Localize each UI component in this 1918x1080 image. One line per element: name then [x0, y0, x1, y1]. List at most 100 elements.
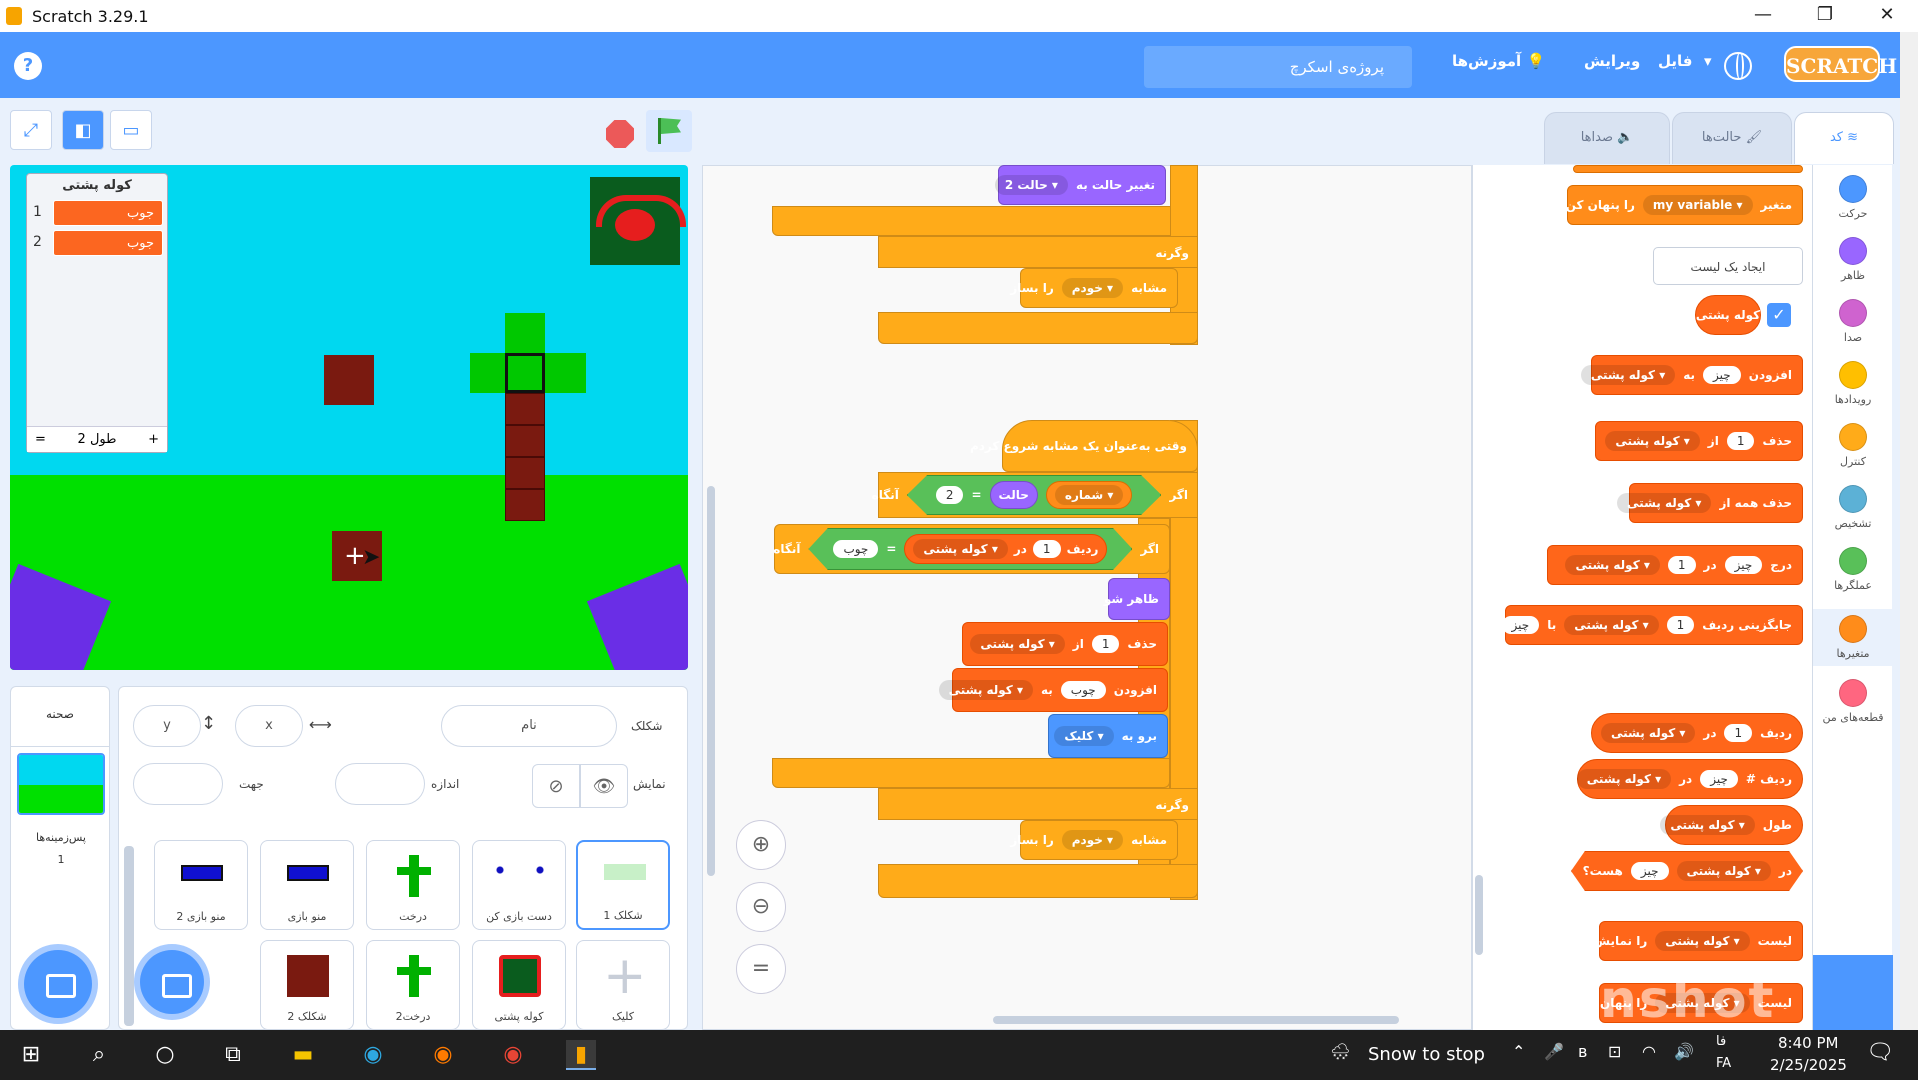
script2-show-block[interactable]: ظاهر شو: [1104, 578, 1170, 620]
volume-icon[interactable]: 🔊: [1674, 1042, 1694, 1061]
palette-length-reporter[interactable]: طول کوله پشتی: [1660, 805, 1803, 845]
green-flag-icon[interactable]: [646, 110, 692, 152]
help-button[interactable]: ?: [14, 52, 42, 80]
show-sprite-eye-icon[interactable]: 👁: [580, 764, 628, 808]
script2-delete-block[interactable]: حذف 1 از کوله پشتی: [962, 622, 1168, 666]
palette-insert-block[interactable]: درج چیز در 1 کوله پشتی: [1547, 545, 1803, 585]
small-stage-icon[interactable]: ◧: [62, 110, 104, 150]
edit-menu[interactable]: ویرایش: [1584, 52, 1640, 70]
search-icon[interactable]: ⌕: [84, 1040, 114, 1070]
list-item-value[interactable]: جوب: [53, 230, 163, 256]
tab-sounds[interactable]: صداها 🔈: [1544, 112, 1670, 164]
clock-time[interactable]: 8:40 PM: [1778, 1034, 1838, 1052]
category-events[interactable]: رویدادها: [1813, 361, 1893, 406]
bluetooth-icon[interactable]: ʙ: [1578, 1042, 1587, 1061]
extension-button[interactable]: [1813, 955, 1893, 1030]
tab-costumes[interactable]: حالت‌ها 🖌: [1672, 112, 1792, 164]
script2-else-label[interactable]: وگرنه: [878, 788, 1198, 820]
script1-else-label[interactable]: وگرنه: [878, 236, 1198, 268]
palette-item-number-reporter[interactable]: # ردیف چیز در کوله پشتی: [1576, 759, 1803, 799]
script2-when-clone-hat[interactable]: وقتی به‌عنوان یک مشابه شروع کردم: [970, 420, 1198, 472]
sprite-name-input[interactable]: نام: [441, 705, 617, 747]
sprite-tile-tree2[interactable]: درخت2: [366, 940, 460, 1030]
wood-block-sprite[interactable]: [324, 355, 374, 405]
script2-if2-header[interactable]: اگر ردیف1درکوله پشتی = چوب آنگاه: [773, 524, 1170, 574]
fullscreen-icon[interactable]: ⤢: [10, 110, 52, 150]
category-sound[interactable]: صدا: [1813, 299, 1893, 344]
chrome-icon[interactable]: ◉: [498, 1040, 528, 1070]
zoom-out-icon[interactable]: ⊖: [736, 882, 786, 932]
sprite-tile-backpack[interactable]: کوله پشتی: [472, 940, 566, 1030]
edge-icon[interactable]: ◉: [358, 1040, 388, 1070]
script1-else-bottom[interactable]: [878, 312, 1198, 344]
cortana-icon[interactable]: ○: [150, 1040, 180, 1070]
x-input[interactable]: x: [235, 705, 303, 747]
firefox-icon[interactable]: ◉: [428, 1040, 458, 1070]
palette-show-list-block[interactable]: لیستکوله پشتیرا نمایش بده: [1571, 921, 1803, 961]
list-item-value[interactable]: جوب: [53, 200, 163, 226]
sprite-tile-menu[interactable]: منو بازی: [260, 840, 354, 930]
add-sprite-button[interactable]: [140, 950, 204, 1014]
script1-switch-costume-block[interactable]: تغییر حالت به حالت 2: [994, 165, 1166, 205]
category-operators[interactable]: عملگرها: [1813, 547, 1893, 592]
sprite-tile-play-hand[interactable]: دست بازی کن: [472, 840, 566, 930]
palette-delete-all-block[interactable]: حذف همه از کوله پشتی: [1617, 483, 1803, 523]
direction-input[interactable]: [133, 763, 223, 805]
script2-if2-bottom[interactable]: [772, 758, 1170, 788]
file-explorer-icon[interactable]: ▬: [288, 1040, 318, 1070]
language-chevron-icon[interactable]: ▾: [1704, 52, 1712, 70]
sprite-tile-menu2[interactable]: منو بازی 2: [154, 840, 248, 930]
palette-item-reporter[interactable]: ردیف 1 در کوله پشتی: [1591, 713, 1803, 753]
crab-sprite[interactable]: [590, 177, 686, 265]
list-checkbox[interactable]: ✓: [1767, 303, 1791, 327]
workspace-scrollbar-vertical[interactable]: [707, 486, 715, 876]
stop-icon[interactable]: [606, 120, 634, 148]
category-sensing[interactable]: تشخیص: [1813, 485, 1893, 530]
zoom-reset-icon[interactable]: =: [736, 944, 786, 994]
list-eq-button[interactable]: =: [35, 432, 46, 447]
sprite-tile-shaklak2[interactable]: شکلک 2: [260, 940, 354, 1030]
language-indicator-1[interactable]: فا: [1716, 1034, 1726, 1049]
stage-thumbnail[interactable]: [17, 753, 105, 815]
y-input[interactable]: y: [133, 705, 201, 747]
language-globe-icon[interactable]: [1724, 52, 1752, 80]
list-add-button[interactable]: +: [148, 432, 159, 447]
script2-add-block[interactable]: افزودن چوب به کوله پشتی: [938, 668, 1168, 712]
scratch-logo[interactable]: SCRATCH: [1784, 46, 1897, 82]
network-icon[interactable]: ⊡: [1608, 1042, 1621, 1061]
zoom-in-icon[interactable]: ⊕: [736, 820, 786, 870]
category-control[interactable]: کنترل: [1813, 423, 1893, 468]
restore-button[interactable]: ❐: [1794, 0, 1856, 32]
palette-list-reporter[interactable]: کوله پشتی: [1695, 295, 1761, 335]
script2-create-clone-block[interactable]: مشابهخودمرا بساز: [1010, 820, 1178, 860]
palette-replace-block[interactable]: جایگزینی ردیف1کوله پشتیباچیز: [1501, 605, 1803, 645]
microphone-icon[interactable]: 🎤: [1544, 1042, 1564, 1061]
category-variables[interactable]: متغیرها: [1813, 609, 1893, 666]
category-looks[interactable]: ظاهر: [1813, 237, 1893, 282]
language-indicator-2[interactable]: FA: [1716, 1056, 1731, 1071]
scratch-taskbar-icon[interactable]: ▮: [566, 1040, 596, 1070]
script2-else-bottom[interactable]: [878, 864, 1198, 898]
sprite-tile-tree[interactable]: درخت: [366, 840, 460, 930]
large-stage-icon[interactable]: ▭: [110, 110, 152, 150]
list-monitor[interactable]: کوله پشتی 1 جوب 2 جوب = طول 2 +: [26, 173, 168, 453]
file-menu[interactable]: فایل: [1658, 52, 1692, 70]
weather-text[interactable]: Snow to stop: [1368, 1044, 1485, 1065]
windows-start-icon[interactable]: ⊞: [16, 1040, 46, 1070]
clock-date[interactable]: 2/25/2025: [1770, 1056, 1847, 1074]
palette-block-partial[interactable]: [1573, 165, 1803, 173]
task-view-icon[interactable]: ⧉: [218, 1040, 248, 1070]
category-motion[interactable]: حرکت: [1813, 175, 1893, 220]
project-title-input[interactable]: پروژه‌ی اسکرچ: [1144, 46, 1412, 88]
script2-if1-header[interactable]: اگر شماره حالت = 2 آنگاه: [872, 472, 1198, 518]
weather-icon[interactable]: 🌨: [1330, 1042, 1350, 1061]
add-backdrop-button[interactable]: [24, 950, 92, 1018]
stage-canvas[interactable]: کوله پشتی 1 جوب 2 جوب = طول 2 + + ➤: [10, 165, 688, 670]
hide-sprite-eye-icon[interactable]: ⊘: [532, 764, 580, 808]
palette-add-to-list-block[interactable]: افزودن چیز به کوله پشتی: [1580, 355, 1803, 395]
minimize-button[interactable]: —: [1732, 0, 1794, 32]
close-button[interactable]: ✕: [1856, 0, 1918, 32]
sprite-tile-click[interactable]: + کلیک: [576, 940, 670, 1030]
size-input[interactable]: [335, 763, 425, 805]
palette-scrollbar[interactable]: [1475, 875, 1483, 955]
